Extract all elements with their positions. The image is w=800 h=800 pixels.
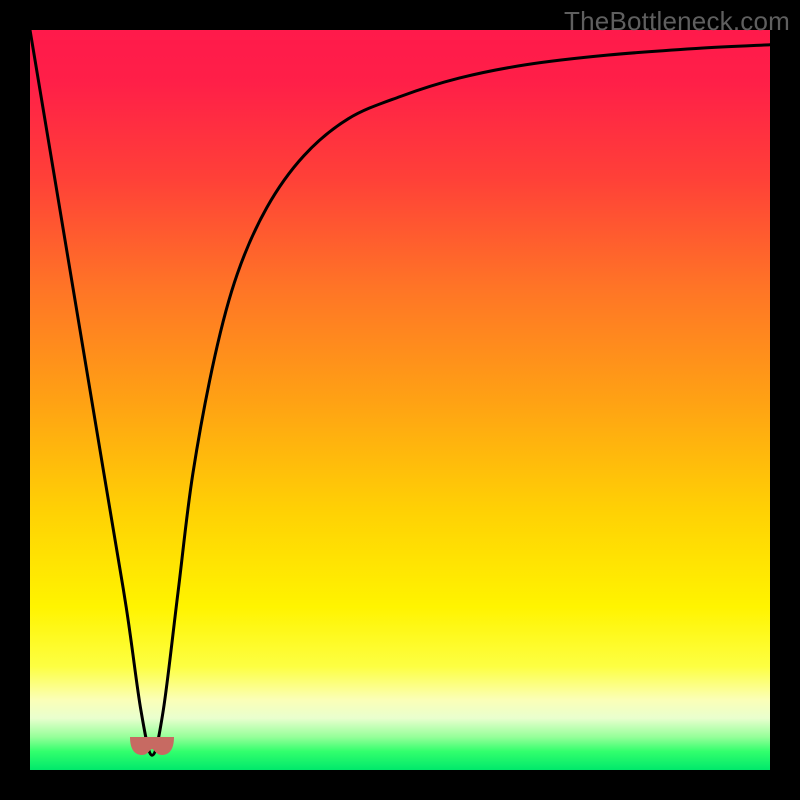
optimal-marker [124, 731, 180, 761]
chart-frame: TheBottleneck.com [0, 0, 800, 800]
watermark-text: TheBottleneck.com [564, 6, 790, 37]
plot-area [30, 30, 770, 770]
bottleneck-curve [30, 30, 770, 770]
